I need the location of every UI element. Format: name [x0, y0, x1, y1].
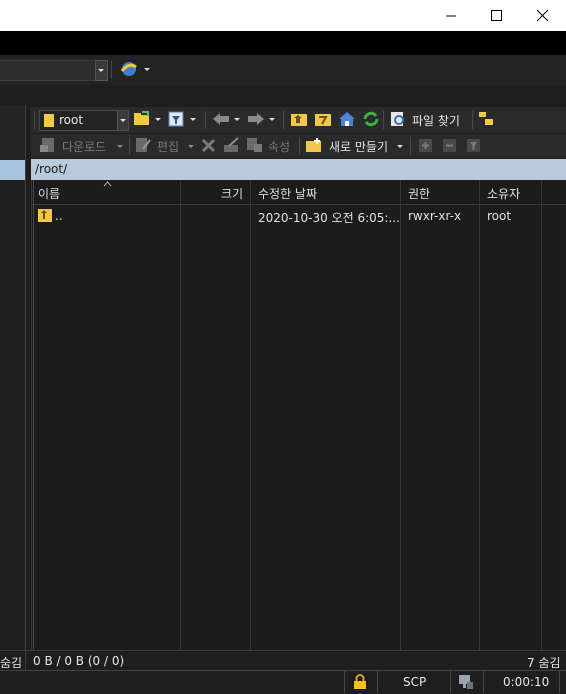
column-header-name[interactable]: 이름: [38, 185, 60, 202]
maximize-button[interactable]: [474, 0, 520, 31]
download-dropdown[interactable]: [117, 145, 123, 148]
lock-icon[interactable]: [353, 674, 367, 690]
separator: [283, 111, 284, 129]
title-bar: [0, 0, 566, 31]
open-directory-icon[interactable]: [133, 111, 151, 127]
remote-path-bar[interactable]: /root/: [31, 159, 566, 180]
status-bar: 숨김 0 B / 0 B (0 / 0) 7 숨김: [0, 650, 566, 671]
selection-summary: 0 B / 0 B (0 / 0): [33, 654, 125, 668]
local-hidden-count: 숨김: [0, 656, 23, 670]
file-modified: 2020-10-30 오전 6:05:...: [258, 211, 400, 225]
separator: [111, 61, 112, 79]
sort-ascending-icon: [103, 181, 112, 187]
globe-session-icon[interactable]: [119, 60, 139, 78]
segment-divider: [450, 671, 451, 693]
file-owner: root: [487, 209, 512, 223]
network-status-icon[interactable]: [458, 674, 474, 690]
column-divider: [180, 180, 181, 650]
separator: [472, 111, 473, 129]
find-files-button[interactable]: 파일 찾기: [412, 112, 460, 129]
separator: [34, 111, 35, 129]
minimize-button[interactable]: [428, 0, 474, 31]
column-divider: [541, 180, 542, 650]
session-combo[interactable]: [0, 60, 97, 81]
session-menu-dropdown[interactable]: [144, 68, 150, 71]
remote-path-text: /root/: [35, 162, 68, 176]
open-directory-dropdown[interactable]: [155, 118, 161, 121]
maximize-icon: [491, 10, 502, 21]
separator: [299, 137, 300, 155]
edit-dropdown[interactable]: [188, 145, 194, 148]
edit-button[interactable]: 편집: [157, 138, 179, 155]
toolbar-gap: [0, 85, 566, 105]
remote-hidden-count: 7 숨김: [527, 656, 561, 670]
back-arrow-icon[interactable]: [212, 112, 230, 126]
properties-button[interactable]: 속성: [268, 138, 290, 155]
column-divider: [250, 180, 251, 650]
separator: [383, 111, 384, 129]
properties-icon: [247, 138, 262, 152]
tree-view-icon[interactable]: [478, 111, 494, 127]
directory-combo-value: root: [59, 113, 84, 127]
forward-arrow-icon[interactable]: [247, 112, 265, 126]
column-header-owner[interactable]: 소유자: [487, 185, 520, 202]
rename-icon[interactable]: [223, 137, 241, 153]
segment-divider: [344, 671, 345, 693]
close-icon: [536, 9, 549, 22]
new-dropdown[interactable]: [397, 145, 403, 148]
forward-dropdown[interactable]: [269, 118, 275, 121]
protocol-label: SCP: [403, 675, 427, 689]
refresh-icon[interactable]: [362, 111, 380, 127]
column-header-size[interactable]: 크기: [221, 185, 243, 202]
separator: [410, 137, 411, 155]
parent-folder-icon: [38, 209, 52, 222]
session-combo-dropdown[interactable]: [95, 60, 108, 81]
column-divider: [400, 180, 401, 650]
close-button[interactable]: [520, 0, 566, 31]
segment-divider: [377, 671, 378, 693]
column-header-modified[interactable]: 수정한 날짜: [258, 185, 317, 202]
download-icon: [40, 138, 54, 152]
home-directory-icon[interactable]: [338, 111, 356, 127]
root-directory-icon[interactable]: [314, 111, 332, 127]
column-header-rights[interactable]: 권한: [408, 185, 430, 202]
remote-file-list[interactable]: [31, 205, 566, 650]
back-dropdown[interactable]: [234, 118, 240, 121]
list-focus-border: [33, 180, 34, 650]
find-files-icon: [391, 112, 404, 126]
file-name: ..: [55, 209, 63, 223]
add-icon[interactable]: [418, 138, 433, 153]
file-rights: rwxr-xr-x: [408, 209, 462, 223]
menu-band: [0, 31, 566, 55]
local-file-list[interactable]: [0, 180, 24, 650]
filter-icon[interactable]: [168, 111, 184, 127]
directory-combo[interactable]: root: [39, 110, 129, 131]
connection-bar: [0, 670, 566, 694]
elapsed-time: 0:00:10: [503, 675, 550, 689]
edit-icon: [136, 138, 151, 152]
new-button[interactable]: 새로 만들기: [329, 138, 388, 155]
column-divider: [479, 180, 480, 650]
local-path-bar[interactable]: [0, 160, 25, 180]
filter-dropdown[interactable]: [190, 118, 196, 121]
new-folder-icon: [306, 138, 321, 152]
column-divider: [31, 180, 32, 650]
parent-directory-icon[interactable]: [290, 111, 308, 127]
remove-icon[interactable]: [442, 138, 457, 153]
download-button[interactable]: 다운로드: [62, 138, 106, 155]
segment-divider: [483, 671, 484, 693]
separator: [129, 137, 130, 155]
filter-mask-icon[interactable]: [466, 138, 481, 153]
separator: [205, 111, 206, 129]
minimize-icon: [446, 15, 456, 17]
file-list-header: 이름 크기 수정한 날짜 권한 소유자: [31, 180, 566, 205]
directory-combo-dropdown[interactable]: [117, 111, 128, 130]
folder-icon: [44, 114, 54, 127]
segment-divider: [559, 671, 560, 693]
delete-icon[interactable]: [201, 138, 216, 153]
